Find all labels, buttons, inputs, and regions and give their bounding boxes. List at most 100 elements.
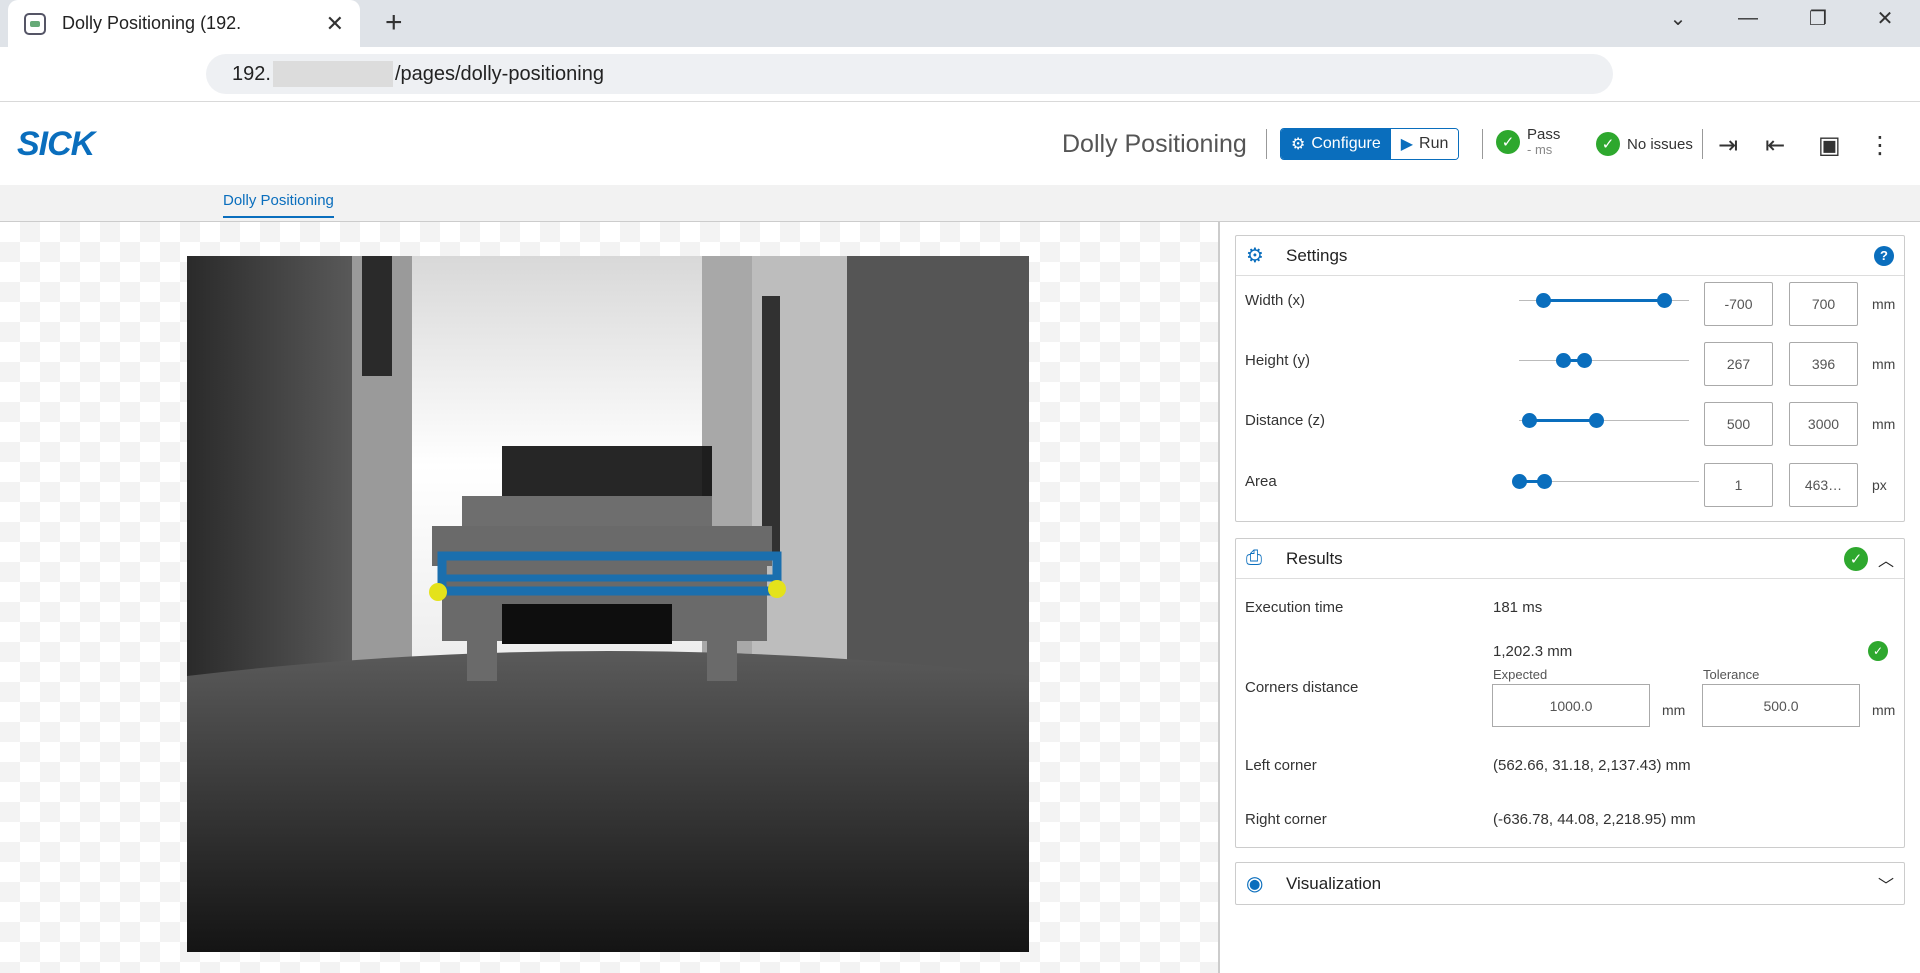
slider-max-handle[interactable]	[1588, 413, 1604, 428]
depth-image[interactable]	[187, 256, 1029, 952]
divider	[1702, 129, 1703, 159]
url-redacted	[272, 61, 393, 87]
gears-icon: ⚙	[1291, 136, 1306, 153]
expected-label: Expected	[1493, 667, 1548, 682]
more-vert-icon[interactable]: ⋮	[1868, 131, 1892, 160]
results-title: Results	[1286, 548, 1343, 568]
browser-tab[interactable]: Dolly Positioning (192. ✕	[8, 0, 360, 47]
settings-row-area: Area 1 463… px	[1236, 457, 1906, 507]
slider-fill	[1542, 299, 1664, 302]
configure-button[interactable]: ⚙ Configure	[1281, 129, 1391, 159]
distance-range-slider[interactable]	[1519, 413, 1689, 428]
minimize-icon[interactable]: —	[1713, 0, 1783, 36]
url-input[interactable]: 192. /pages/dolly-positioning	[206, 54, 1613, 94]
settings-row-width: Width (x) -700 700 mm	[1236, 276, 1906, 326]
results-header[interactable]: ⎙ Results ✓ ︿	[1236, 539, 1904, 579]
settings-gear-icon: ⚙	[1246, 245, 1264, 267]
divider	[1266, 129, 1267, 159]
expected-unit: mm	[1662, 702, 1686, 718]
run-label: Run	[1419, 135, 1449, 152]
help-icon[interactable]: ?	[1874, 245, 1894, 266]
slider-min-handle[interactable]	[1522, 413, 1538, 428]
height-max-input[interactable]: 396	[1789, 342, 1858, 386]
right-corner-value: (-636.78, 44.08, 2,218.95) mm	[1493, 811, 1696, 828]
slider-max-handle[interactable]	[1537, 474, 1553, 489]
settings-header[interactable]: ⚙ Settings ?	[1236, 236, 1904, 276]
width-max-input[interactable]: 700	[1789, 282, 1858, 326]
width-range-slider[interactable]	[1519, 293, 1689, 308]
right-corner-label: Right corner	[1245, 811, 1327, 828]
chevron-up-icon[interactable]: ︿	[1878, 547, 1894, 571]
logout-icon[interactable]: ⇤	[1765, 131, 1785, 160]
slider-min-handle[interactable]	[1535, 293, 1551, 308]
chevron-down-icon[interactable]: ﹀	[1878, 872, 1894, 896]
width-min-input[interactable]: -700	[1704, 282, 1773, 326]
divider	[1482, 129, 1483, 159]
tab-dolly-positioning[interactable]: Dolly Positioning	[223, 192, 334, 218]
tab-close-icon[interactable]: ✕	[326, 11, 344, 37]
distance-max-input[interactable]: 3000	[1789, 402, 1858, 446]
settings-row-distance: Distance (z) 500 3000 mm	[1236, 396, 1906, 446]
pass-status: ✓ Pass - ms	[1496, 127, 1560, 157]
tolerance-input[interactable]: 500.0	[1702, 684, 1860, 727]
visualization-title: Visualization	[1286, 873, 1382, 893]
pass-time: - ms	[1527, 142, 1553, 157]
settings-row-height: Height (y) 267 396 mm	[1236, 336, 1906, 386]
browser-tab-strip: Dolly Positioning (192. ✕ + ⌄ — ❐ ✕	[0, 0, 1920, 47]
width-label: Width (x)	[1245, 292, 1305, 309]
area-label: Area	[1245, 473, 1277, 490]
issues-status[interactable]: ✓ No issues	[1596, 132, 1693, 156]
check-circle-icon: ✓	[1843, 546, 1868, 571]
slider-max-handle[interactable]	[1656, 293, 1672, 308]
restore-icon[interactable]: ❐	[1783, 0, 1853, 36]
settings-card: ⚙ Settings ? Width (x) -700 700 mm Heigh…	[1235, 235, 1905, 522]
left-corner-marker	[429, 583, 447, 601]
sick-logo: SICK	[17, 125, 95, 163]
chevron-down-icon[interactable]: ⌄	[1643, 0, 1713, 36]
save-icon[interactable]: ▣	[1818, 131, 1841, 160]
height-unit: mm	[1872, 356, 1896, 372]
url-host: 192.	[232, 62, 271, 85]
tab-title: Dolly Positioning (192.	[62, 13, 242, 33]
expected-input[interactable]: 1000.0	[1492, 684, 1650, 727]
visualization-card: ◉ Visualization ﹀	[1235, 862, 1905, 905]
eye-icon: ◉	[1246, 873, 1264, 895]
distance-min-input[interactable]: 500	[1704, 402, 1773, 446]
execution-time-label: Execution time	[1245, 599, 1344, 616]
app-header: SICK Dolly Positioning ⚙ Configure ▶ Run…	[0, 103, 1920, 185]
check-circle-icon: ✓	[1496, 130, 1520, 154]
run-button[interactable]: ▶ Run	[1390, 129, 1459, 159]
area-range-slider[interactable]	[1512, 474, 1699, 489]
login-icon[interactable]: ⇥	[1718, 131, 1738, 160]
height-min-input[interactable]: 267	[1704, 342, 1773, 386]
left-corner-value: (562.66, 31.18, 2,137.43) mm	[1493, 757, 1691, 774]
slider-min-handle[interactable]	[1556, 353, 1572, 368]
height-range-slider[interactable]	[1519, 353, 1689, 368]
tolerance-label: Tolerance	[1703, 667, 1760, 682]
issues-label: No issues	[1627, 135, 1693, 153]
results-report-icon: ⎙	[1246, 547, 1262, 569]
check-circle-icon: ✓	[1868, 641, 1888, 661]
slider-max-handle[interactable]	[1576, 353, 1592, 368]
right-corner-marker	[768, 580, 786, 598]
results-card: ⎙ Results ✓ ︿ Execution time 181 ms 1,20…	[1235, 538, 1905, 848]
close-window-icon[interactable]: ✕	[1850, 0, 1920, 36]
visualization-header[interactable]: ◉ Visualization ﹀	[1236, 863, 1904, 904]
side-panel: ⚙ Settings ? Width (x) -700 700 mm Heigh…	[1222, 222, 1920, 973]
corners-distance-value: 1,202.3 mm	[1493, 643, 1573, 660]
corners-distance-label: Corners distance	[1245, 679, 1359, 696]
page-title: Dolly Positioning	[1062, 130, 1247, 158]
settings-title: Settings	[1286, 245, 1348, 265]
area-max-input[interactable]: 463…	[1789, 463, 1858, 507]
left-corner-label: Left corner	[1245, 757, 1317, 774]
area-unit: px	[1872, 477, 1887, 493]
tolerance-unit: mm	[1872, 702, 1896, 718]
area-min-input[interactable]: 1	[1704, 463, 1773, 507]
execution-time-value: 181 ms	[1493, 599, 1543, 616]
url-path: /pages/dolly-positioning	[394, 62, 604, 85]
address-bar: 192. /pages/dolly-positioning	[0, 47, 1920, 102]
slider-min-handle[interactable]	[1512, 474, 1527, 489]
new-tab-button[interactable]: +	[385, 6, 403, 40]
width-unit: mm	[1872, 296, 1896, 312]
check-circle-icon: ✓	[1596, 132, 1620, 156]
